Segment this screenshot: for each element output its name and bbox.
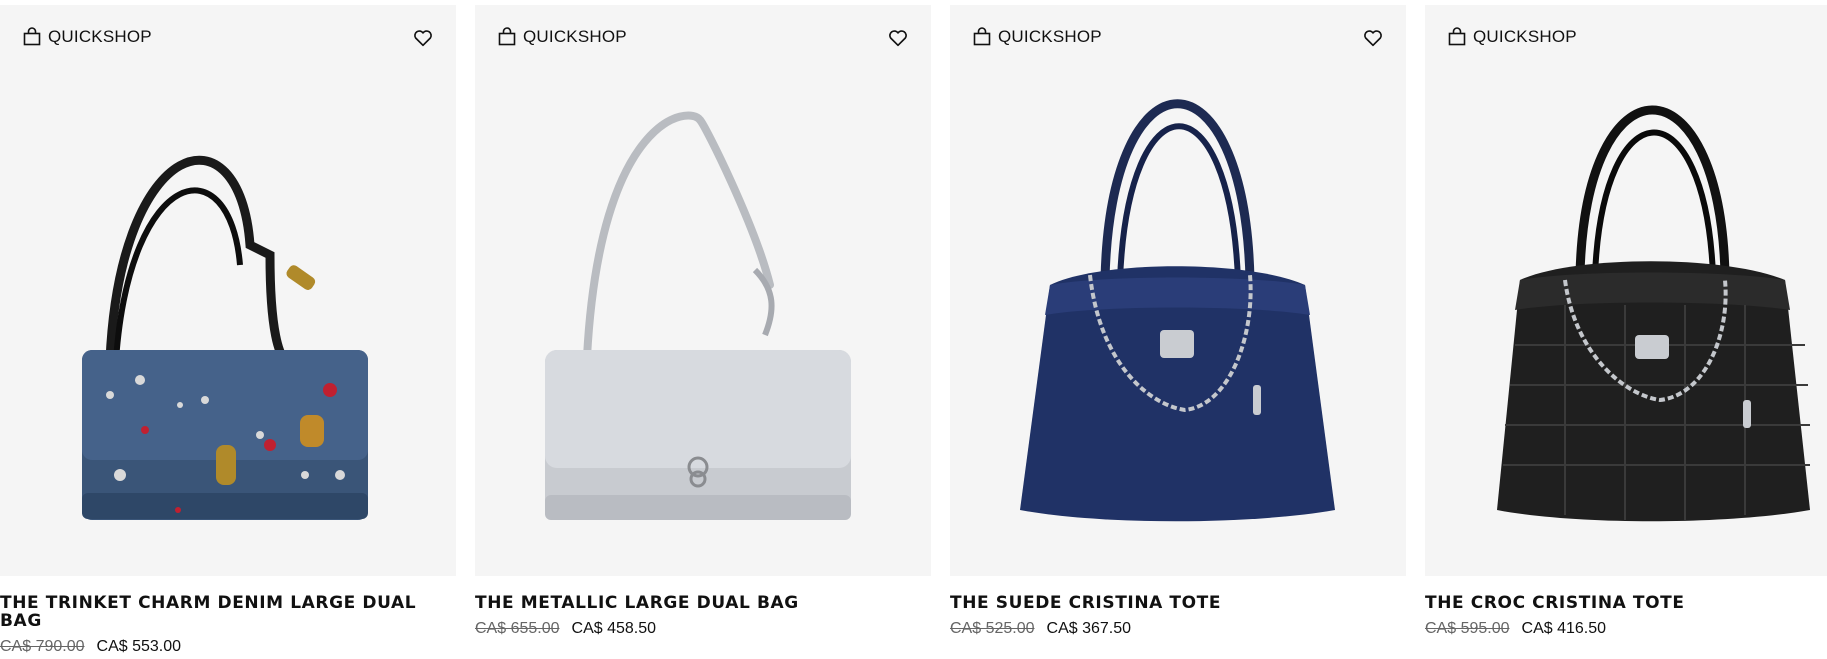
- sale-price: CA$ 416.50: [1521, 620, 1607, 637]
- shopping-bag-icon: [498, 27, 516, 46]
- sale-price: CA$ 367.50: [1046, 620, 1132, 637]
- product-card[interactable]: QUICKSHOP THE SUEDE CRISTINA TOTE CA$ 52…: [950, 5, 1406, 659]
- product-image-tile[interactable]: QUICKSHOP: [0, 5, 456, 576]
- product-prices: CA$ 790.00 CA$ 553.00: [0, 638, 456, 656]
- sale-price: CA$ 458.50: [571, 620, 657, 637]
- quickshop-label: QUICKSHOP: [48, 27, 152, 46]
- product-image-tile[interactable]: QUICKSHOP: [1425, 5, 1827, 576]
- product-name[interactable]: THE METALLIC LARGE DUAL BAG: [475, 594, 905, 612]
- product-name[interactable]: THE SUEDE CRISTINA TOTE: [950, 594, 1380, 612]
- product-prices: CA$ 595.00 CA$ 416.50: [1425, 620, 1827, 638]
- quickshop-button[interactable]: QUICKSHOP: [497, 27, 627, 47]
- navy-suede-tote-image: [1020, 99, 1335, 522]
- quickshop-label: QUICKSHOP: [1473, 27, 1577, 46]
- product-name[interactable]: THE TRINKET CHARM DENIM LARGE DUAL BAG: [0, 594, 430, 630]
- product-image-tile[interactable]: QUICKSHOP: [475, 5, 931, 576]
- product-card[interactable]: QUICKSHOP THE TRINKET CHARM DENIM LARGE …: [0, 5, 456, 659]
- quickshop-button[interactable]: QUICKSHOP: [1447, 27, 1577, 47]
- black-croc-tote-image: [1497, 105, 1810, 522]
- product-card[interactable]: QUICKSHOP THE CROC CRISTINA TOTE CA$ 595…: [1425, 5, 1827, 659]
- quickshop-label: QUICKSHOP: [998, 27, 1102, 46]
- quickshop-label: QUICKSHOP: [523, 27, 627, 46]
- original-price: CA$ 525.00: [950, 620, 1035, 637]
- product-prices: CA$ 655.00 CA$ 458.50: [475, 620, 931, 638]
- denim-bag-image: [82, 155, 368, 520]
- shopping-bag-icon: [23, 27, 41, 46]
- sale-price: CA$ 553.00: [96, 638, 182, 655]
- product-name[interactable]: THE CROC CRISTINA TOTE: [1425, 594, 1827, 612]
- original-price: CA$ 790.00: [0, 638, 85, 655]
- shopping-bag-icon: [973, 27, 991, 46]
- original-price: CA$ 595.00: [1425, 620, 1510, 637]
- heart-icon[interactable]: [887, 27, 909, 49]
- heart-icon[interactable]: [412, 27, 434, 49]
- shopping-bag-icon: [1448, 27, 1466, 46]
- product-grid: QUICKSHOP THE TRINKET CHARM DENIM LARGE …: [0, 0, 1827, 659]
- original-price: CA$ 655.00: [475, 620, 560, 637]
- product-card[interactable]: QUICKSHOP THE METALLIC LARGE DUAL BAG CA…: [475, 5, 931, 659]
- silver-bag-image: [545, 111, 851, 520]
- heart-icon[interactable]: [1362, 27, 1384, 49]
- quickshop-button[interactable]: QUICKSHOP: [972, 27, 1102, 47]
- quickshop-button[interactable]: QUICKSHOP: [22, 27, 152, 47]
- product-image-tile[interactable]: QUICKSHOP: [950, 5, 1406, 576]
- product-prices: CA$ 525.00 CA$ 367.50: [950, 620, 1406, 638]
